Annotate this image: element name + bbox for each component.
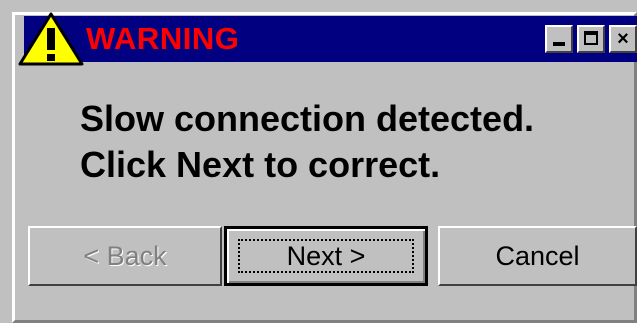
maximize-icon [584,31,598,45]
message-line-1: Slow connection detected. [80,98,535,139]
cancel-button[interactable]: Cancel [438,226,637,286]
window-controls: × [545,18,637,60]
button-row: < Back Next > Cancel [26,226,637,286]
dialog-title: WARNING [86,21,240,56]
cancel-button-label: Cancel [495,240,580,271]
back-button[interactable]: < Back [28,226,222,286]
close-button[interactable]: × [609,25,637,53]
warning-dialog: WARNING × Slow connection detected. Clic… [0,0,637,323]
back-button-label: < Back [83,240,167,271]
message-line-2: Click Next to correct. [80,144,441,185]
warning-triangle-icon [18,12,84,66]
close-icon: × [617,28,629,50]
dialog-message: Slow connection detected. Click Next to … [80,96,600,188]
next-button-label: Next > [286,240,366,271]
minimize-button[interactable] [545,25,573,53]
next-button[interactable]: Next > [224,226,428,286]
maximize-button[interactable] [577,25,605,53]
minimize-icon [553,42,565,46]
